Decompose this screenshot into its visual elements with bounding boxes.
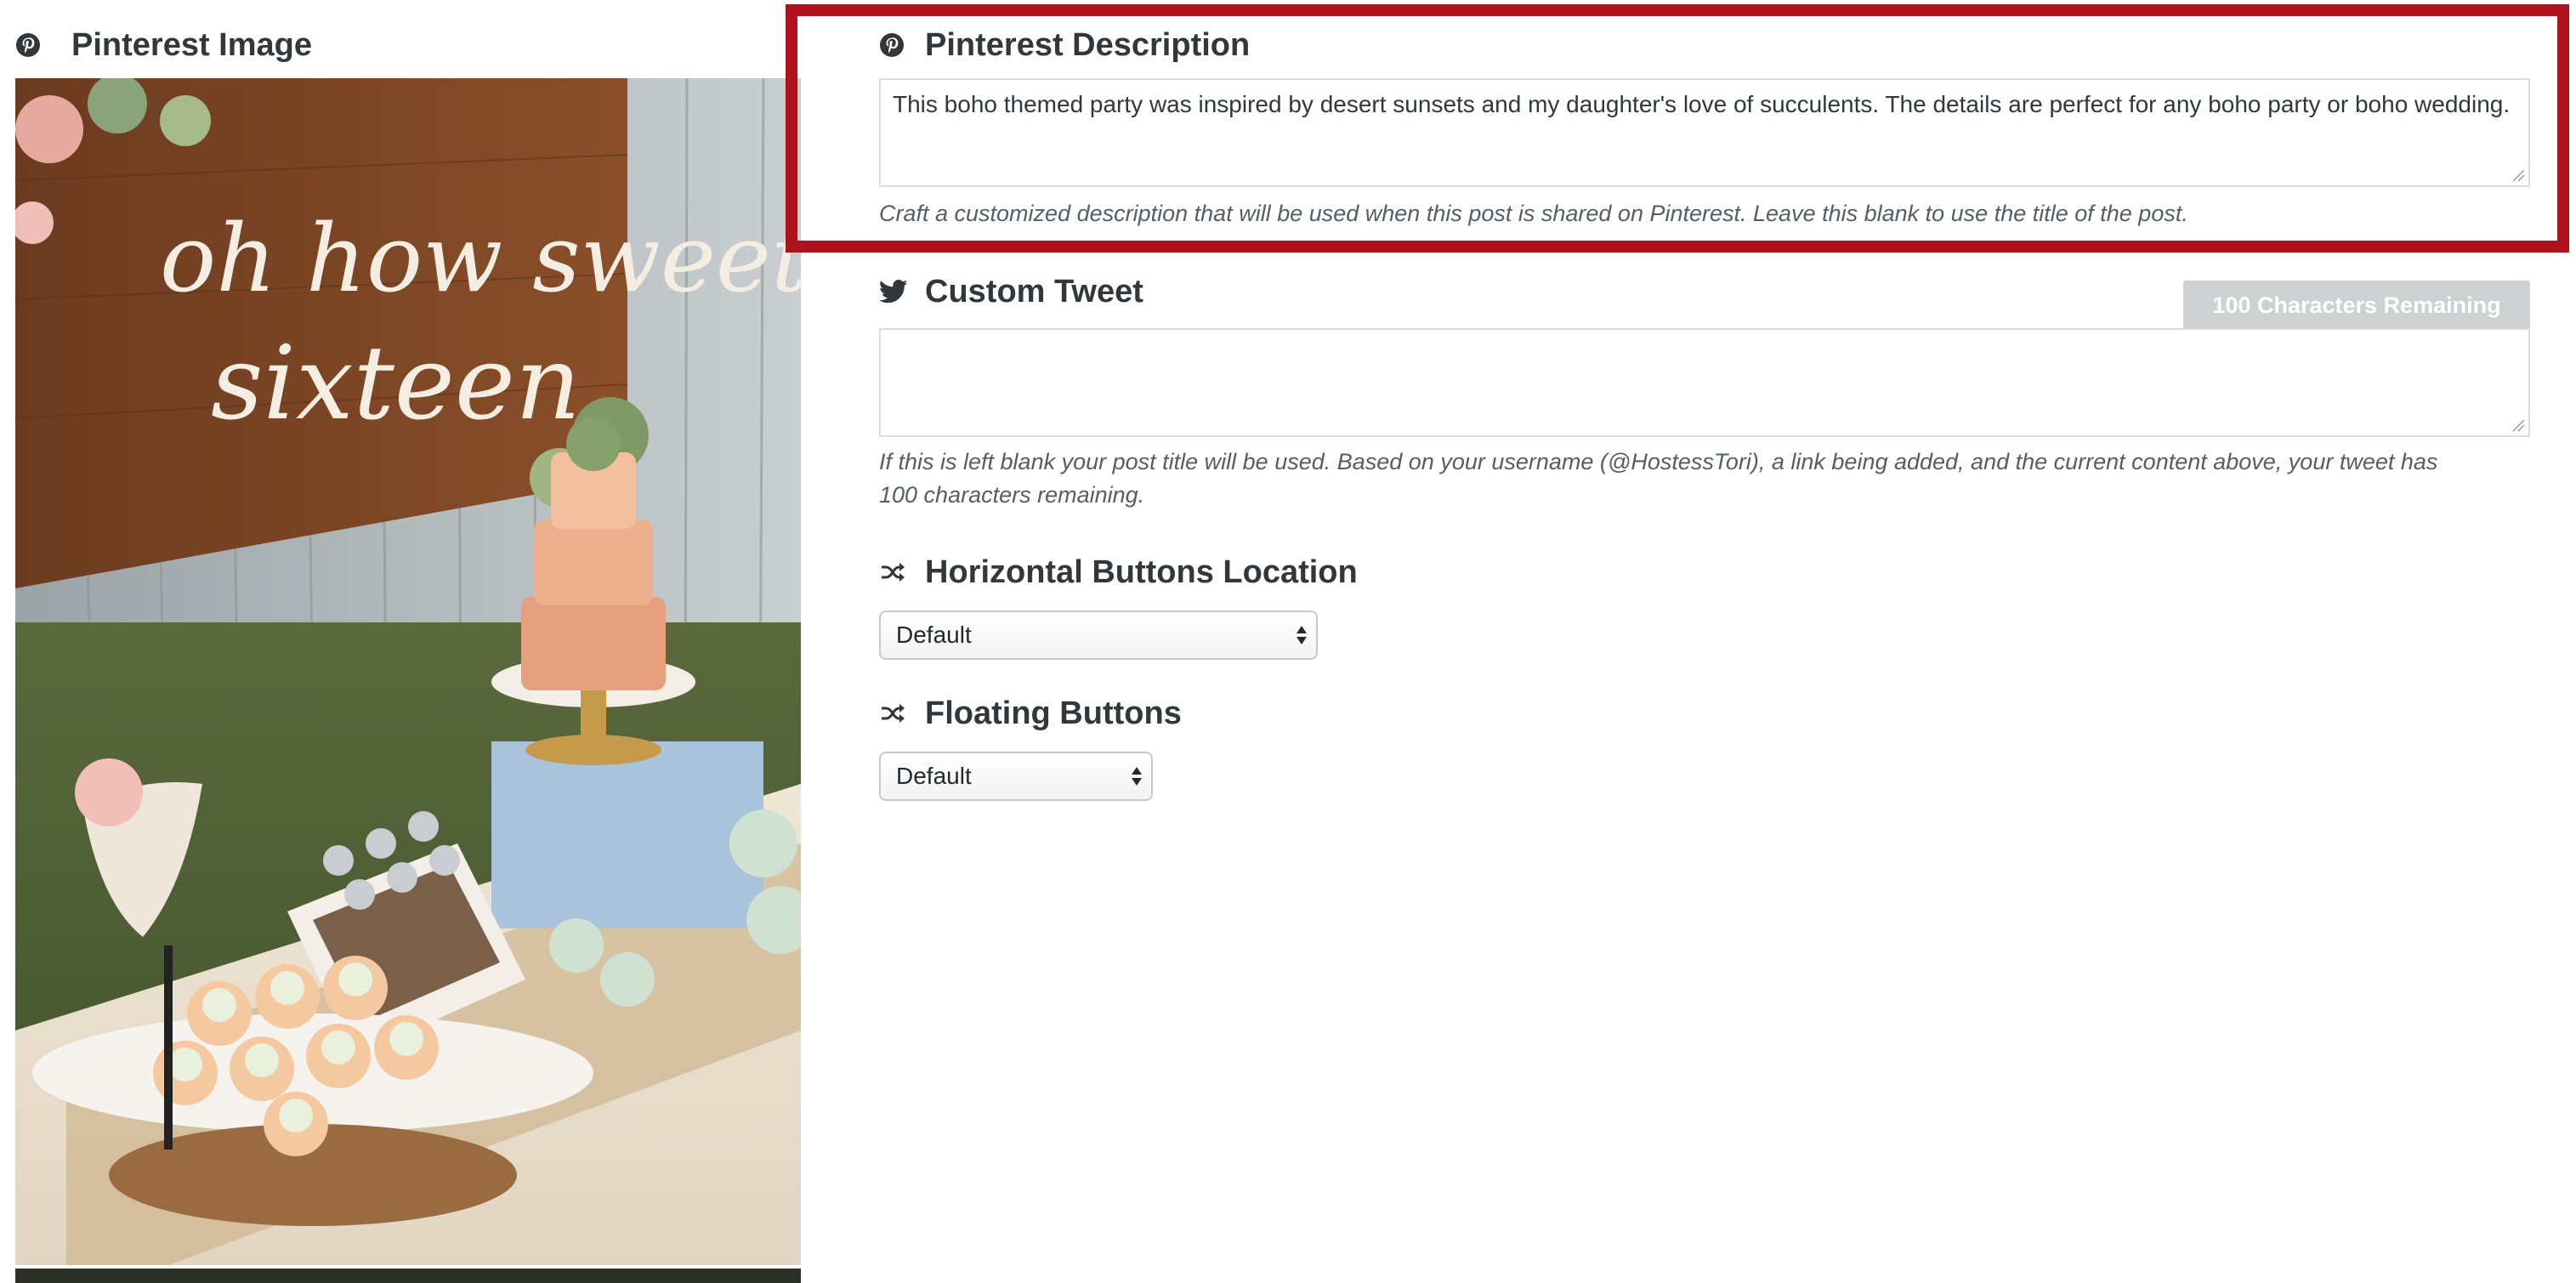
floating-buttons-selected: Default — [896, 763, 972, 789]
select-arrows-icon — [1132, 767, 1142, 786]
horizontal-buttons-heading: Horizontal Buttons Location — [879, 551, 1358, 593]
pinterest-description-label: Pinterest Description — [925, 26, 1251, 63]
horizontal-buttons-select[interactable]: Default — [879, 610, 1318, 660]
pinterest-description-textarea[interactable]: This boho themed party was inspired by d… — [879, 78, 2530, 187]
pinterest-image[interactable]: oh how sweet sixteen — [15, 78, 801, 1265]
custom-tweet-help-line1: If this is left blank your post title wi… — [879, 449, 2438, 474]
custom-tweet-textarea[interactable] — [879, 328, 2530, 437]
pinterest-description-help: Craft a customized description that will… — [879, 201, 2188, 226]
party-photo: oh how sweet sixteen — [15, 78, 801, 1265]
pinterest-description-heading: Pinterest Description — [879, 24, 1250, 66]
resize-grip-icon[interactable] — [2511, 168, 2525, 182]
pinterest-image-heading: Pinterest Image — [15, 24, 312, 66]
characters-remaining-badge: 100 Characters Remaining — [2183, 281, 2530, 330]
custom-tweet-label: Custom Tweet — [925, 273, 1143, 309]
sign-text-line2: sixteen — [211, 325, 581, 443]
custom-tweet-help-line2: 100 characters remaining. — [879, 482, 1145, 508]
horizontal-buttons-selected: Default — [896, 622, 972, 648]
shuffle-icon — [879, 559, 905, 585]
floating-buttons-heading: Floating Buttons — [879, 692, 1182, 735]
sign-text-line1: oh how sweet — [160, 204, 801, 313]
pinterest-icon — [15, 32, 41, 58]
pinterest-image-panel: Pinterest Image oh how sweet sixteen — [15, 0, 801, 1283]
floating-buttons-label: Floating Buttons — [925, 695, 1182, 731]
floating-buttons-select[interactable]: Default — [879, 752, 1153, 801]
horizontal-buttons-label: Horizontal Buttons Location — [925, 554, 1358, 590]
next-image-edge — [15, 1269, 801, 1283]
custom-tweet-heading: Custom Tweet — [878, 270, 1143, 313]
select-arrows-icon — [1297, 626, 1307, 644]
pinterest-image-label: Pinterest Image — [71, 26, 312, 63]
resize-grip-icon[interactable] — [2511, 418, 2525, 432]
pinterest-description-value: This boho themed party was inspired by d… — [893, 91, 2511, 117]
shuffle-icon — [879, 701, 905, 726]
twitter-icon — [878, 279, 908, 304]
pinterest-icon — [879, 32, 905, 58]
share-settings-panel: Pinterest Description This boho themed p… — [878, 0, 2537, 1283]
